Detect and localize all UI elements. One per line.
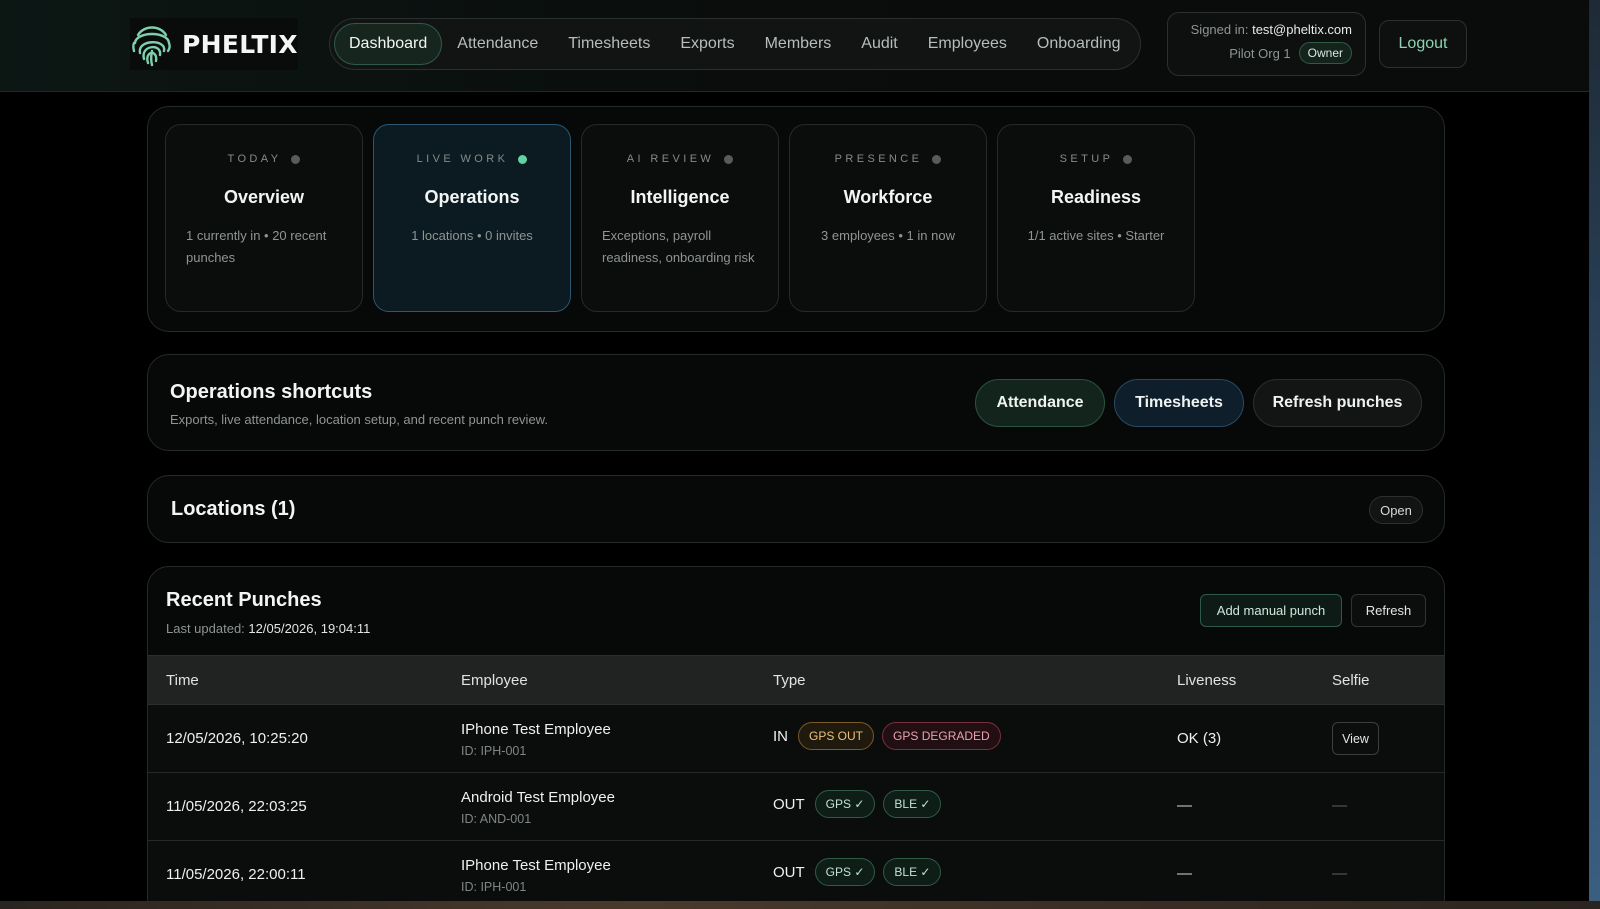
last-updated-label: Last updated: (166, 621, 245, 636)
employee-name: IPhone Test Employee (461, 721, 611, 738)
card-eyebrow: LIVE WORK (416, 153, 509, 165)
hub-card-intelligence[interactable]: AI REVIEW Intelligence Exceptions, payro… (581, 124, 779, 312)
col-employee: Employee (461, 672, 528, 689)
logout-button[interactable]: Logout (1379, 20, 1467, 68)
hub-card-overview[interactable]: TODAY Overview 1 currently in • 20 recen… (165, 124, 363, 312)
card-title: Workforce (843, 187, 933, 207)
nav-employees[interactable]: Employees (913, 23, 1022, 65)
status-dot-icon (932, 154, 942, 164)
employee-name: IPhone Test Employee (461, 857, 611, 874)
status-dot-icon (1123, 154, 1133, 164)
liveness-value: OK (3) (1177, 730, 1222, 747)
last-updated: Last updated: 12/05/2026, 19:04:11 (166, 621, 370, 636)
card-title: Readiness (1050, 187, 1142, 207)
punch-time: 11/05/2026, 22:00:11 (166, 866, 306, 883)
nav-dashboard[interactable]: Dashboard (334, 23, 443, 65)
status-dot-icon (291, 154, 301, 164)
col-time: Time (166, 672, 199, 689)
timesheets-button[interactable]: Timesheets (1114, 379, 1244, 427)
table-row[interactable]: 12/05/2026, 10:25:20 IPhone Test Employe… (148, 705, 1444, 773)
card-desc: 1 locations • 0 invites (411, 228, 533, 243)
punch-direction: IN (773, 727, 788, 745)
nav-timesheets[interactable]: Timesheets (553, 23, 665, 65)
punch-type: OUT GPS ✓ BLE ✓ (773, 789, 942, 819)
table-header: Time Employee Type Liveness Selfie (148, 655, 1444, 705)
desktop-background-edge (0, 901, 1600, 909)
hub-card-readiness[interactable]: SETUP Readiness 1/1 active sites • Start… (997, 124, 1195, 312)
punch-type: OUT GPS ✓ BLE ✓ (773, 857, 942, 887)
card-desc: 1/1 active sites • Starter (1027, 228, 1165, 243)
card-title: Operations (424, 187, 520, 207)
refresh-button[interactable]: Refresh (1351, 594, 1426, 627)
card-desc: 1 currently in • 20 recent punches (186, 228, 327, 265)
employee-id: ID: IPH-001 (461, 880, 527, 894)
card-eyebrow: PRESENCE (834, 153, 923, 165)
punch-time: 11/05/2026, 22:03:25 (166, 798, 307, 815)
shortcuts-title: Operations shortcuts (170, 381, 373, 403)
nav-onboarding[interactable]: Onboarding (1022, 23, 1136, 65)
employee-id: ID: IPH-001 (461, 744, 527, 758)
table-row[interactable]: 11/05/2026, 22:03:25 Android Test Employ… (148, 773, 1444, 841)
signed-in-label: Signed in: (1190, 22, 1249, 37)
locations-title: Locations (1) (171, 498, 296, 520)
col-type: Type (773, 672, 806, 689)
view-selfie-button[interactable]: View (1332, 722, 1379, 755)
top-bar: PHELTIX Dashboard Attendance Timesheets … (0, 0, 1600, 92)
punches-title: Recent Punches (166, 589, 322, 611)
account-email: test@pheltix.com (1252, 22, 1352, 37)
open-locations-button[interactable]: Open (1369, 496, 1423, 524)
hub-card-workforce[interactable]: PRESENCE Workforce 3 employees • 1 in no… (789, 124, 987, 312)
card-eyebrow: TODAY (227, 153, 282, 165)
recent-punches-panel: Recent Punches Last updated: 12/05/2026,… (147, 566, 1445, 909)
main-nav: Dashboard Attendance Timesheets Exports … (329, 18, 1141, 70)
attendance-button[interactable]: Attendance (975, 379, 1105, 427)
employee-name: Android Test Employee (461, 789, 615, 806)
liveness-value: — (1177, 797, 1192, 814)
live-dot-icon (518, 154, 528, 164)
card-title: Overview (223, 187, 305, 207)
status-dot-icon (724, 154, 734, 164)
punch-direction: OUT (773, 863, 805, 881)
gps-ok-badge: GPS ✓ (814, 858, 876, 886)
punch-type: IN GPS OUT GPS DEGRADED (773, 721, 1001, 751)
org-name: Pilot Org 1 (1229, 45, 1291, 61)
punch-time: 12/05/2026, 10:25:20 (166, 730, 308, 747)
hub-card-operations[interactable]: LIVE WORK Operations 1 locations • 0 inv… (373, 124, 571, 312)
shortcuts-subtitle: Exports, live attendance, location setup… (170, 412, 548, 427)
hub-panel: TODAY Overview 1 currently in • 20 recen… (147, 106, 1445, 332)
card-desc: 3 employees • 1 in now (821, 228, 955, 243)
last-updated-value: 12/05/2026, 19:04:11 (248, 621, 371, 636)
table-row[interactable]: 11/05/2026, 22:00:11 IPhone Test Employe… (148, 841, 1444, 908)
gps-ok-badge: GPS ✓ (814, 790, 876, 818)
selfie-empty: — (1332, 797, 1347, 814)
employee-id: ID: AND-001 (461, 812, 532, 826)
nav-audit[interactable]: Audit (846, 23, 912, 65)
brand-logo[interactable]: PHELTIX (130, 18, 298, 70)
refresh-punches-button[interactable]: Refresh punches (1253, 379, 1422, 427)
nav-members[interactable]: Members (750, 23, 847, 65)
col-liveness: Liveness (1177, 672, 1237, 689)
operations-shortcuts: Operations shortcuts Exports, live atten… (147, 354, 1445, 451)
gps-out-badge: GPS OUT (798, 722, 875, 750)
card-eyebrow: SETUP (1059, 153, 1114, 165)
fingerprint-icon (132, 26, 171, 67)
nav-exports[interactable]: Exports (665, 23, 749, 65)
locations-panel: Locations (1) Open (147, 475, 1445, 543)
ble-ok-badge: BLE ✓ (883, 858, 942, 886)
card-title: Intelligence (630, 187, 730, 207)
account-info: Signed in: test@pheltix.com Pilot Org 1 … (1167, 12, 1366, 76)
col-selfie: Selfie (1332, 672, 1370, 689)
brand-name: PHELTIX (182, 29, 298, 59)
punch-direction: OUT (773, 795, 805, 813)
card-eyebrow: AI REVIEW (626, 153, 715, 165)
ble-ok-badge: BLE ✓ (883, 790, 942, 818)
card-desc: Exceptions, payroll readiness, onboardin… (602, 228, 755, 265)
add-manual-punch-button[interactable]: Add manual punch (1200, 594, 1342, 627)
nav-attendance[interactable]: Attendance (442, 23, 553, 65)
gps-degraded-badge: GPS DEGRADED (882, 722, 1001, 750)
desktop-background-edge (1589, 0, 1600, 909)
selfie-empty: — (1332, 865, 1347, 882)
role-badge: Owner (1298, 42, 1352, 64)
liveness-value: — (1177, 865, 1192, 882)
